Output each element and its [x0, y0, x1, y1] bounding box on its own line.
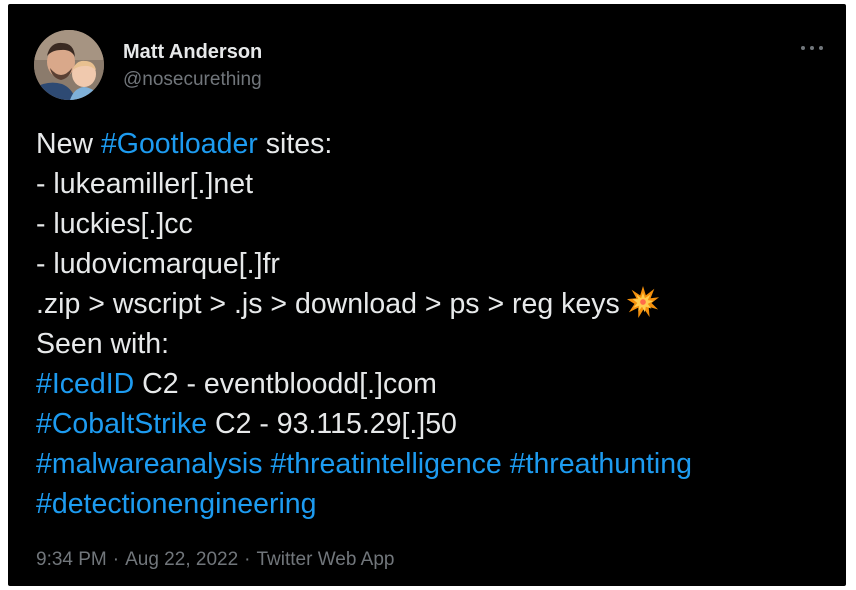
tweet-source[interactable]: Twitter Web App: [256, 549, 394, 570]
hashtag-link[interactable]: #threatintelligence: [270, 448, 501, 480]
tweet-text-segment: sites:: [257, 128, 333, 160]
more-horizontal-icon[interactable]: [798, 38, 826, 58]
tweet-card: Matt Anderson @nosecurething New #Gootlo…: [8, 4, 846, 586]
hashtag-link[interactable]: #IcedID: [36, 368, 134, 400]
tweet-line: #malwareanalysis #threatintelligence #th…: [36, 444, 830, 484]
tweet-text-segment: - luckies[.]cc: [36, 208, 193, 240]
tweet-line: New #Gootloader sites:: [36, 124, 830, 164]
avatar-photo: [34, 30, 104, 100]
hashtag-link[interactable]: #threathunting: [510, 448, 692, 480]
tweet-text-segment: [502, 448, 510, 480]
tweet-line: - lukeamiller[.]net: [36, 164, 830, 204]
hashtag-link[interactable]: #detectionengineering: [36, 488, 316, 520]
author-handle[interactable]: @nosecurething: [123, 68, 262, 92]
tweet-text-segment: - lukeamiller[.]net: [36, 168, 253, 200]
tweet-text-segment: - ludovicmarque[.]fr: [36, 248, 280, 280]
tweet-line: .zip > wscript > .js > download > ps > r…: [36, 284, 830, 324]
hashtag-link[interactable]: #Gootloader: [101, 128, 258, 160]
tweet-text-segment: New: [36, 128, 101, 160]
hashtag-link[interactable]: #malwareanalysis: [36, 448, 263, 480]
tweet-text-segment: .zip > wscript > .js > download > ps > r…: [36, 288, 620, 320]
collision-emoji-icon: [626, 285, 659, 319]
tweet-line: - ludovicmarque[.]fr: [36, 244, 830, 284]
tweet-text-segment: C2 - 93.115.29[.]50: [207, 408, 457, 440]
meta-separator: ·: [244, 549, 251, 570]
tweet-meta: 9:34 PM · Aug 22, 2022 · Twitter Web App: [36, 548, 394, 572]
meta-separator: ·: [112, 549, 120, 570]
hashtag-link[interactable]: #CobaltStrike: [36, 408, 207, 440]
tweet-line: #detectionengineering: [36, 484, 830, 524]
tweet-line: Seen with:: [36, 324, 830, 364]
avatar[interactable]: [34, 30, 104, 100]
tweet-header: Matt Anderson @nosecurething: [34, 30, 830, 108]
tweet-line: #IcedID C2 - eventbloodd[.]com: [36, 364, 830, 404]
tweet-date[interactable]: Aug 22, 2022: [125, 549, 238, 570]
tweet-text-segment: Seen with:: [36, 328, 170, 360]
author-name[interactable]: Matt Anderson: [123, 40, 262, 64]
tweet-text-segment: C2 - eventbloodd[.]com: [134, 368, 437, 400]
tweet-line: #CobaltStrike C2 - 93.115.29[.]50: [36, 404, 830, 444]
tweet-text: New #Gootloader sites: - lukeamiller[.]ne…: [36, 124, 830, 524]
tweet-line: - luckies[.]cc: [36, 204, 830, 244]
tweet-time[interactable]: 9:34 PM: [36, 549, 107, 570]
